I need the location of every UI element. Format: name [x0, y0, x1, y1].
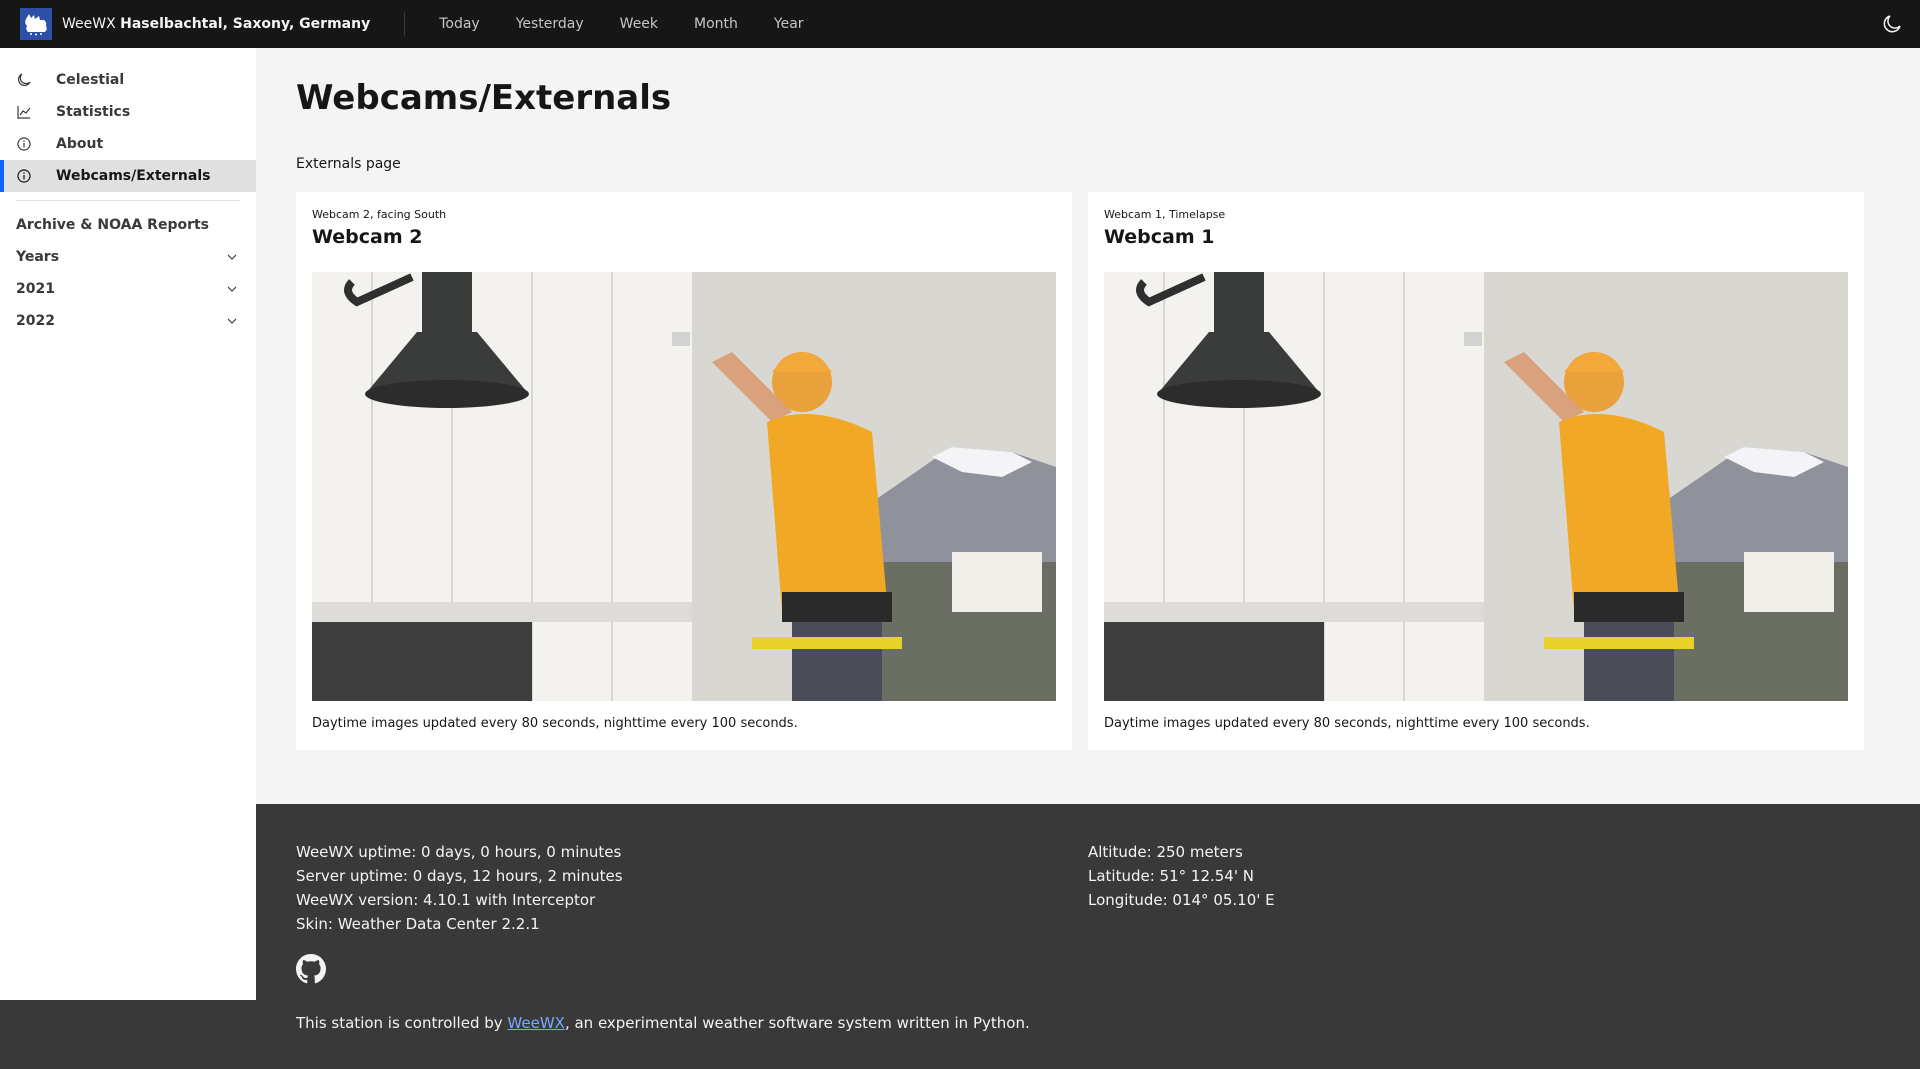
- sidebar-toggle-label: Years: [16, 249, 60, 265]
- sidebar-toggle-label: 2021: [16, 281, 55, 297]
- sidebar-toggle-2022[interactable]: 2022: [0, 305, 256, 337]
- nav-week[interactable]: Week: [602, 0, 676, 48]
- sidebar-toggle-label: 2022: [16, 313, 55, 329]
- chevron-down-icon: [227, 254, 237, 260]
- sidebar-item-label: Webcams/Externals: [56, 168, 211, 184]
- nav-yesterday[interactable]: Yesterday: [498, 0, 602, 48]
- weewx-uptime: WeeWX uptime: 0 days, 0 hours, 0 minutes: [296, 843, 622, 861]
- theme-toggle-button[interactable]: [1880, 12, 1904, 36]
- sidebar-toggle-years[interactable]: Years: [0, 241, 256, 273]
- footer-credit: This station is controlled by WeeWX, an …: [296, 1014, 1030, 1032]
- chevron-down-icon: [227, 318, 237, 324]
- sidebar-item-celestial[interactable]: Celestial: [0, 64, 256, 96]
- sidebar: Celestial Statistics About Webcams/Exter…: [0, 48, 256, 1000]
- webcam-image[interactable]: [1104, 272, 1848, 701]
- moon-icon: [1883, 15, 1901, 33]
- page-title: Webcams/Externals: [296, 78, 672, 118]
- main-content: Webcams/Externals Externals page Webcam …: [256, 48, 1920, 804]
- latitude: Latitude: 51° 12.54' N: [1088, 867, 1254, 885]
- credit-suffix: , an experimental weather software syste…: [564, 1014, 1030, 1032]
- sidebar-divider: [16, 200, 240, 201]
- nav-today[interactable]: Today: [421, 0, 498, 48]
- sidebar-item-statistics[interactable]: Statistics: [0, 96, 256, 128]
- skin-version: Skin: Weather Data Center 2.2.1: [296, 915, 540, 933]
- longitude: Longitude: 014° 05.10' E: [1088, 891, 1275, 909]
- chevron-down-icon: [227, 286, 237, 292]
- weewx-logo[interactable]: [20, 8, 52, 40]
- sidebar-item-webcams-externals[interactable]: Webcams/Externals: [0, 160, 256, 192]
- card-title: Webcam 2: [312, 226, 423, 248]
- card-subtitle: Webcam 2, facing South: [312, 208, 447, 221]
- webcam-card: Webcam 1, Timelapse Webcam 1 Daytime ima…: [1088, 192, 1864, 750]
- footer-system-info: WeeWX uptime: 0 days, 0 hours, 0 minutes…: [296, 840, 623, 936]
- weather-logo-icon: [25, 14, 47, 36]
- moon-icon: [16, 72, 32, 88]
- footer: WeeWX uptime: 0 days, 0 hours, 0 minutes…: [256, 804, 1920, 1069]
- top-header: WeeWX Haselbachtal, Saxony, Germany Toda…: [0, 0, 1920, 48]
- station-name: Haselbachtal, Saxony, Germany: [120, 16, 371, 32]
- footer-location-info: Altitude: 250 meters Latitude: 51° 12.54…: [1088, 840, 1275, 912]
- credit-prefix: This station is controlled by: [296, 1014, 508, 1032]
- nav-month[interactable]: Month: [676, 0, 756, 48]
- card-caption: Daytime images updated every 80 seconds,…: [312, 716, 798, 731]
- info-icon: [16, 168, 32, 184]
- sidebar-item-label: Celestial: [56, 72, 125, 88]
- sidebar-item-about[interactable]: About: [0, 128, 256, 160]
- altitude: Altitude: 250 meters: [1088, 843, 1243, 861]
- github-icon[interactable]: [296, 954, 326, 984]
- sidebar-section-title: Archive & NOAA Reports: [16, 217, 210, 233]
- sidebar-item-label: Statistics: [56, 104, 131, 120]
- header-divider: [404, 12, 406, 36]
- chart-line-icon: [16, 104, 32, 120]
- server-uptime: Server uptime: 0 days, 12 hours, 2 minut…: [296, 867, 623, 885]
- nav-year[interactable]: Year: [756, 0, 822, 48]
- page-subtitle: Externals page: [296, 156, 401, 172]
- sidebar-item-label: About: [56, 136, 104, 152]
- webcam-image[interactable]: [312, 272, 1056, 701]
- app-name: WeeWX: [62, 16, 116, 32]
- weewx-version: WeeWX version: 4.10.1 with Interceptor: [296, 891, 596, 909]
- card-caption: Daytime images updated every 80 seconds,…: [1104, 716, 1590, 731]
- webcam-card: Webcam 2, facing South Webcam 2 Daytime …: [296, 192, 1072, 750]
- card-title: Webcam 1: [1104, 226, 1215, 248]
- header-nav: Today Yesterday Week Month Year: [421, 0, 821, 48]
- sidebar-toggle-2021[interactable]: 2021: [0, 273, 256, 305]
- info-icon: [16, 136, 32, 152]
- site-title[interactable]: WeeWX Haselbachtal, Saxony, Germany: [62, 16, 370, 32]
- weewx-link[interactable]: WeeWX: [507, 1014, 565, 1032]
- card-subtitle: Webcam 1, Timelapse: [1104, 208, 1226, 221]
